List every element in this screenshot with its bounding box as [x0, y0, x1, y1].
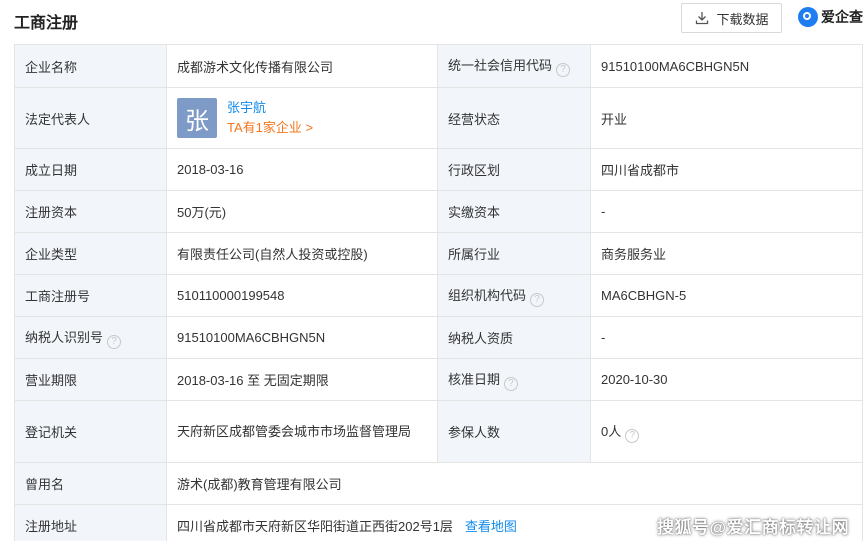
approval-label: 核准日期	[448, 371, 501, 387]
watermark: 搜狐号@爱汇商标转让网	[657, 518, 850, 537]
insured-cell: 0人?	[590, 400, 863, 463]
download-data-label: 下载数据	[716, 11, 769, 27]
founded-label: 成立日期	[14, 148, 167, 191]
legal-rep-label: 法定代表人	[14, 87, 167, 149]
brand-icon	[798, 7, 818, 27]
help-icon[interactable]: ?	[530, 292, 545, 307]
help-icon[interactable]: ?	[625, 428, 640, 443]
download-data-button[interactable]: 下载数据	[681, 3, 782, 33]
industry-value: 商务服务业	[590, 232, 863, 275]
company-type-value: 有限责任公司(自然人投资或控股)	[166, 232, 438, 275]
org-code-value: MA6CBHGN-5	[590, 274, 863, 317]
taxpayer-qual-label: 纳税人资质	[437, 316, 591, 359]
region-value: 四川省成都市	[590, 148, 863, 191]
insured-label: 参保人数	[437, 400, 591, 463]
table-row: 注册资本 50万(元) 实缴资本 -	[14, 190, 863, 233]
authority-label: 登记机关	[14, 400, 167, 463]
industry-label: 所属行业	[437, 232, 591, 275]
table-row: 工商注册号 510110000199548 组织机构代码? MA6CBHGN-5	[14, 274, 863, 317]
former-name-label: 曾用名	[14, 462, 167, 505]
credit-code-value: 91510100MA6CBHGN5N	[590, 44, 863, 88]
org-code-label-cell: 组织机构代码?	[437, 274, 591, 317]
former-name-value: 游术(成都)教育管理有限公司	[166, 462, 863, 505]
org-code-label: 组织机构代码	[448, 287, 527, 303]
reg-capital-label: 注册资本	[14, 190, 167, 233]
reg-no-label: 工商注册号	[14, 274, 167, 317]
brand-text: 爱企查	[821, 9, 863, 25]
credit-code-label: 统一社会信用代码	[448, 58, 553, 73]
legal-rep-name-link[interactable]: 张宇航	[227, 98, 313, 118]
status-label: 经营状态	[437, 87, 591, 149]
help-icon[interactable]: ?	[107, 334, 122, 349]
reg-no-value: 510110000199548	[166, 274, 438, 317]
approval-value: 2020-10-30	[590, 358, 863, 401]
page-title: 工商注册	[14, 15, 79, 32]
table-row: 企业类型 有限责任公司(自然人投资或控股) 所属行业 商务服务业	[14, 232, 863, 275]
taxpayer-id-label-cell: 纳税人识别号?	[14, 316, 167, 359]
table-row: 成立日期 2018-03-16 行政区划 四川省成都市	[14, 148, 863, 191]
company-type-label: 企业类型	[14, 232, 167, 275]
address-value: 四川省成都市天府新区华阳街道正西街202号1层	[177, 519, 453, 534]
table-row: 曾用名 游术(成都)教育管理有限公司	[14, 462, 863, 505]
founded-value: 2018-03-16	[166, 148, 438, 191]
brand-logo: 爱企查	[798, 7, 863, 27]
legal-rep-companies-link[interactable]: TA有1家企业 >	[227, 118, 313, 138]
taxpayer-id-value: 91510100MA6CBHGN5N	[166, 316, 438, 359]
company-name-value: 成都游术文化传播有限公司	[166, 44, 438, 88]
table-row: 纳税人识别号? 91510100MA6CBHGN5N 纳税人资质 -	[14, 316, 863, 359]
region-label: 行政区划	[437, 148, 591, 191]
table-row: 法定代表人 张 张宇航 TA有1家企业 > 经营状态 开业	[14, 87, 863, 149]
table-row: 企业名称 成都游术文化传播有限公司 统一社会信用代码? 91510100MA6C…	[14, 44, 863, 88]
help-icon[interactable]: ?	[504, 376, 519, 391]
credit-code-label-cell: 统一社会信用代码?	[437, 44, 591, 88]
view-map-link[interactable]: 查看地图	[465, 519, 517, 534]
authority-value: 天府新区成都管委会城市市场监督管理局	[166, 400, 438, 463]
approval-label-cell: 核准日期?	[437, 358, 591, 401]
term-label: 营业期限	[14, 358, 167, 401]
paid-capital-label: 实缴资本	[437, 190, 591, 233]
avatar[interactable]: 张	[177, 98, 217, 138]
legal-rep-cell: 张 张宇航 TA有1家企业 >	[166, 87, 438, 149]
help-icon[interactable]: ?	[556, 63, 571, 77]
status-value: 开业	[590, 87, 863, 149]
address-label: 注册地址	[14, 504, 167, 541]
reg-capital-value: 50万(元)	[166, 190, 438, 233]
taxpayer-qual-value: -	[590, 316, 863, 359]
term-value: 2018-03-16 至 无固定期限	[166, 358, 438, 401]
download-icon	[696, 12, 709, 25]
section-header: 工商注册 下载数据 爱企查	[0, 0, 867, 40]
insured-value: 0人	[601, 423, 622, 439]
taxpayer-id-label: 纳税人识别号	[25, 329, 104, 345]
paid-capital-value: -	[590, 190, 863, 233]
table-row: 营业期限 2018-03-16 至 无固定期限 核准日期? 2020-10-30	[14, 358, 863, 401]
business-info-table: 企业名称 成都游术文化传播有限公司 统一社会信用代码? 91510100MA6C…	[14, 44, 863, 541]
company-name-label: 企业名称	[14, 44, 167, 88]
table-row: 登记机关 天府新区成都管委会城市市场监督管理局 参保人数 0人?	[14, 400, 863, 463]
